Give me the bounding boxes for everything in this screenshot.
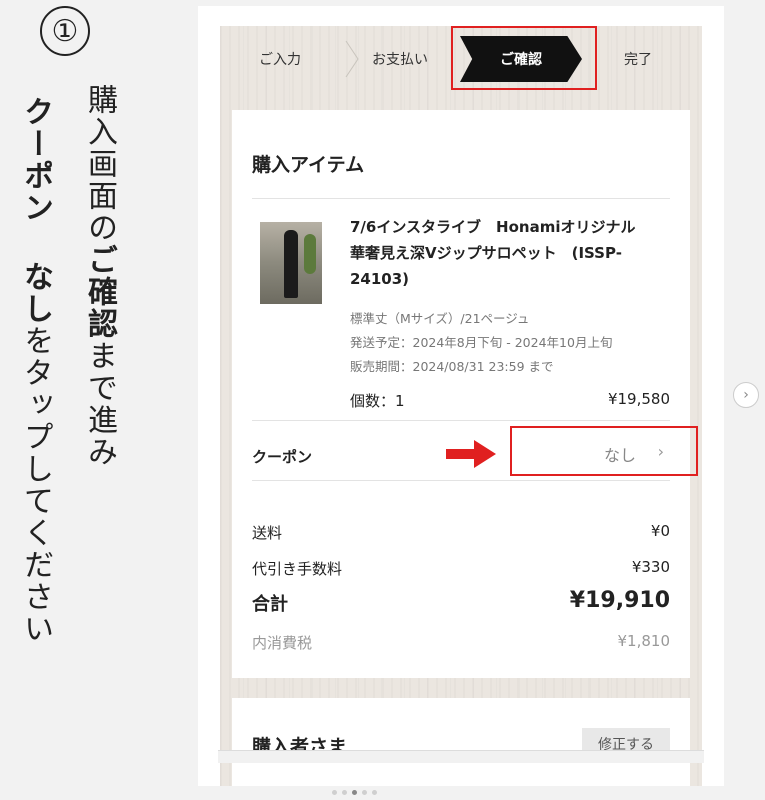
tax-label: 内消費税: [252, 634, 313, 652]
shipping-value: ¥0: [650, 522, 670, 540]
carousel-next-icon[interactable]: ›: [733, 382, 759, 408]
divider: [252, 480, 670, 481]
instruction-text: 購入画面の: [82, 84, 117, 244]
total-label: 合計: [252, 594, 288, 615]
cod-fee-value: ¥330: [631, 558, 670, 576]
purchase-items-card: 購入アイテム 7/6インスタライブ Honamiオリジナル 華奢見え深Vジップサ…: [232, 110, 698, 678]
product-ship-date: 発送予定：2024年8月下旬 - 2024年10月上旬: [350, 335, 613, 350]
instruction-text: をタップしてください: [18, 325, 53, 645]
divider: [252, 198, 670, 199]
step-complete: 完了: [624, 52, 652, 68]
arrow-right-icon: [446, 440, 496, 468]
total-value: ¥19,910: [569, 588, 670, 613]
product-price: ¥19,580: [607, 390, 670, 408]
checkout-page: ご入力 お支払い ご確認 完了 購入アイテム 7/6インスタライブ Honami…: [220, 26, 702, 786]
confirm-step-highlight: [451, 26, 597, 90]
instruction-line-1: 購入画面のご確認まで進み: [82, 84, 117, 468]
coupon-value[interactable]: なし: [604, 442, 636, 466]
section-title: 購入アイテム: [252, 154, 365, 176]
browser-bottom-bar: [218, 750, 704, 763]
product-sale-period: 販売期間：2024/08/31 23:59 まで: [350, 359, 554, 374]
checkout-screenshot: ご入力 お支払い ご確認 完了 購入アイテム 7/6インスタライブ Honami…: [198, 6, 724, 786]
cod-fee-label: 代引き手数料: [252, 560, 343, 578]
step-payment: お支払い: [372, 52, 428, 68]
instruction-line-2: クーポン なしをタップしてください: [18, 96, 53, 645]
carousel-dot[interactable]: [362, 790, 367, 795]
carousel-dot-active[interactable]: [352, 790, 357, 795]
carousel-dots: [332, 790, 377, 795]
shipping-label: 送料: [252, 524, 283, 542]
carousel-dot[interactable]: [372, 790, 377, 795]
carousel-dot[interactable]: [342, 790, 347, 795]
instruction-emphasis: ご確認: [82, 244, 117, 340]
divider: [252, 420, 670, 421]
product-thumbnail: [260, 222, 322, 304]
product-name: 7/6インスタライブ Honamiオリジナル 華奢見え深Vジップサロペット (I…: [350, 218, 651, 288]
carousel-dot[interactable]: [332, 790, 337, 795]
instruction-text: まで進み: [82, 340, 117, 468]
coupon-label: クーポン: [252, 448, 313, 466]
instruction-emphasis: クーポン なし: [18, 96, 53, 325]
product-variant: 標準丈（Mサイズ）/21ページュ: [350, 311, 530, 326]
buyer-card: 購入者さま 修正する: [232, 698, 690, 786]
step-number-badge: ①: [40, 6, 90, 56]
tax-value: ¥1,810: [617, 632, 671, 650]
product-quantity: 個数：1: [350, 392, 405, 410]
chevron-right-icon[interactable]: ›: [658, 442, 664, 461]
step-input: ご入力: [259, 52, 301, 68]
